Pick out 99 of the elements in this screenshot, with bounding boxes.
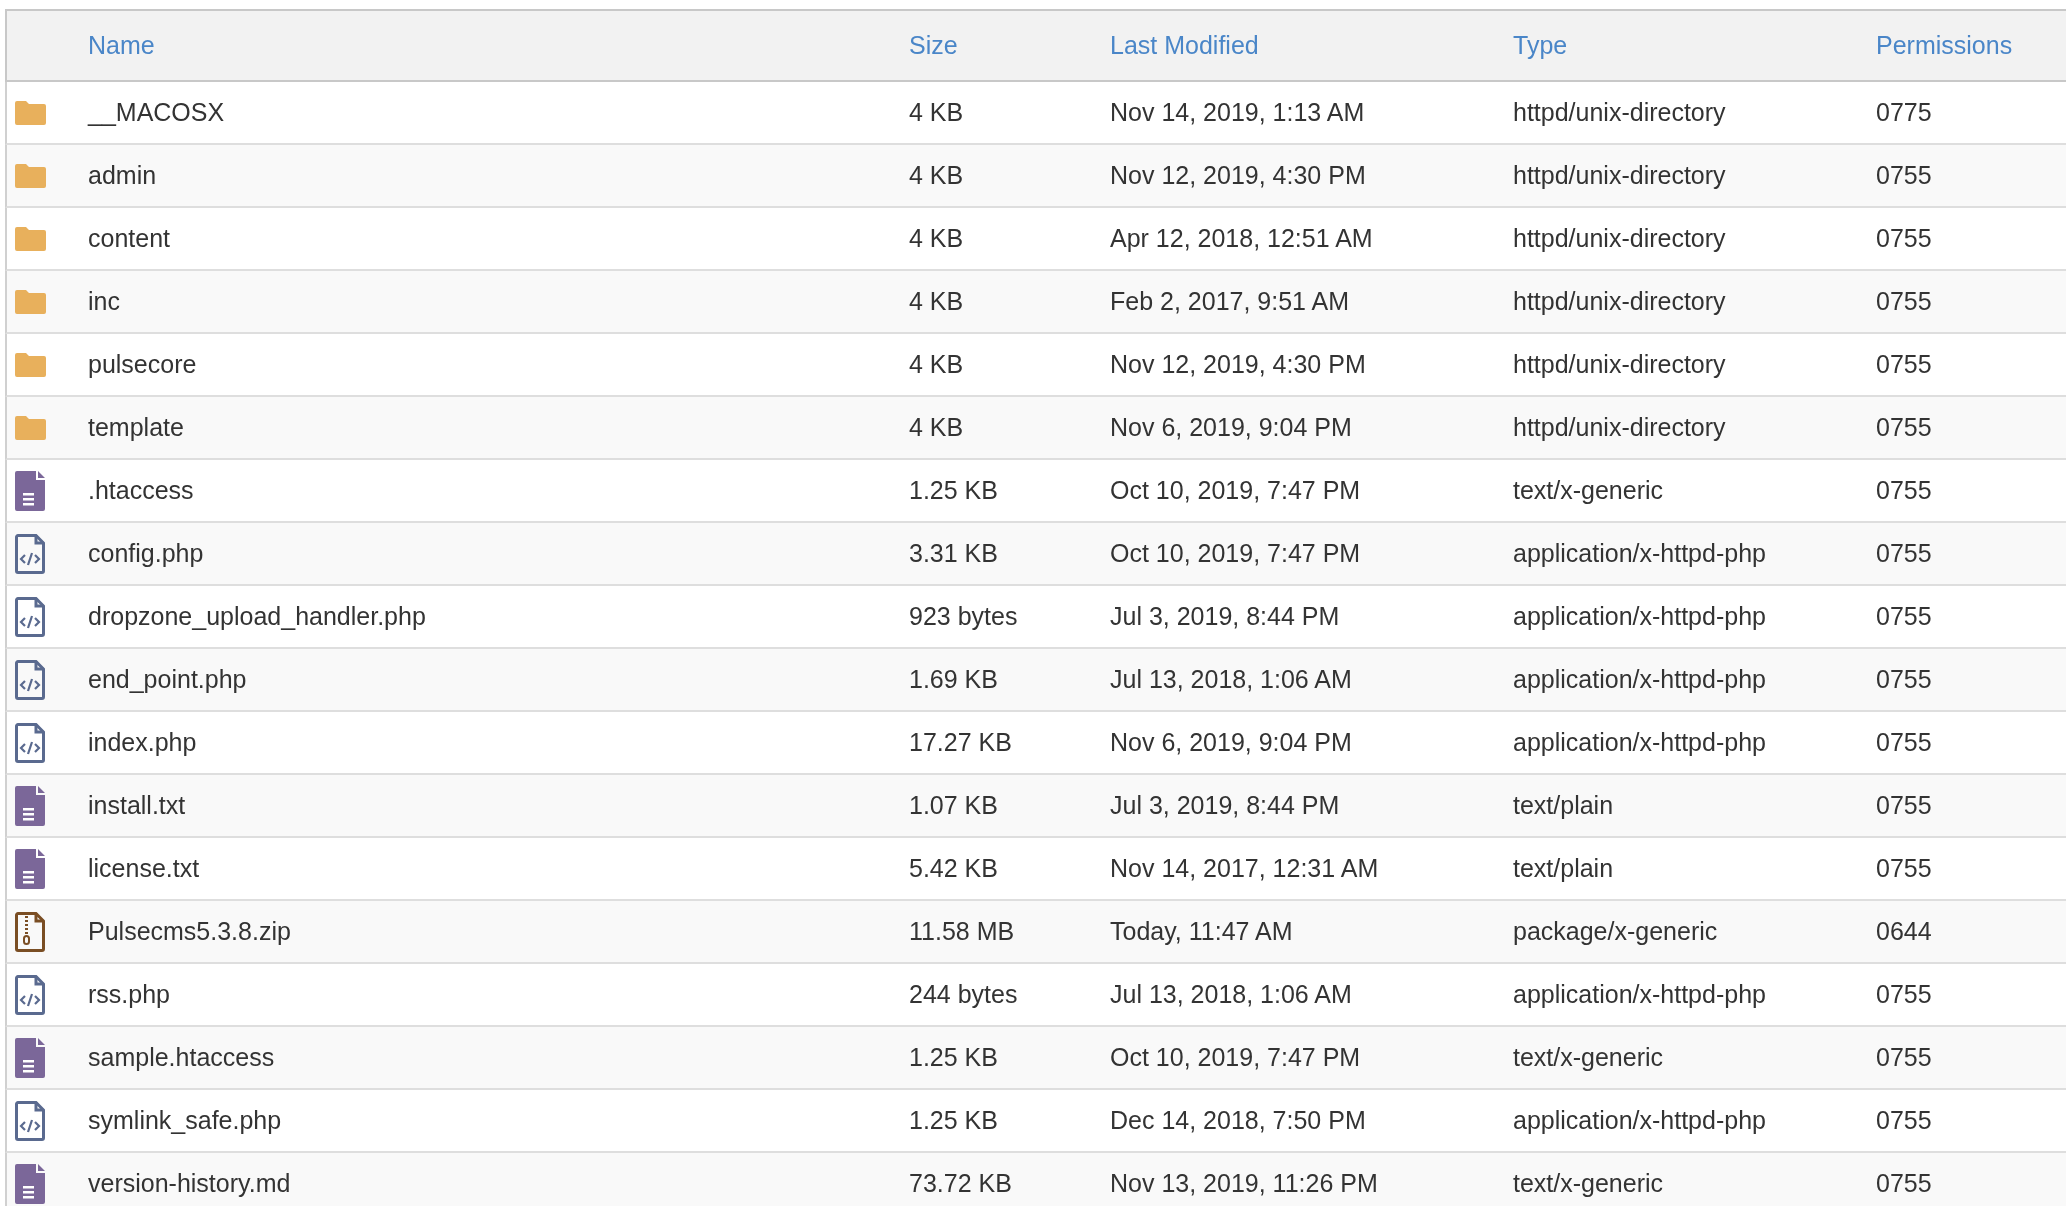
permissions-code: 0755 xyxy=(1876,854,1932,882)
file-size: 1.25 KB xyxy=(909,1106,998,1134)
file-size: 244 bytes xyxy=(909,980,1018,1008)
file-name-link[interactable]: __MACOSX xyxy=(88,98,225,126)
file-name-link[interactable]: rss.php xyxy=(88,980,170,1008)
file-size: 3.31 KB xyxy=(909,539,998,567)
file-name-link[interactable]: template xyxy=(88,413,184,441)
file-size: 4 KB xyxy=(909,98,964,126)
modified-date: Nov 6, 2019, 9:04 PM xyxy=(1110,728,1352,756)
file-name-link[interactable]: .htaccess xyxy=(88,476,194,504)
permissions-code: 0755 xyxy=(1876,1106,1932,1134)
permissions-code: 0755 xyxy=(1876,1043,1932,1071)
permissions-code: 0755 xyxy=(1876,980,1932,1008)
permissions-code: 0755 xyxy=(1876,539,1932,567)
file-name-link[interactable]: content xyxy=(88,224,170,252)
mime-type: httpd/unix-directory xyxy=(1513,350,1726,378)
file-name-link[interactable]: license.txt xyxy=(88,854,200,882)
permissions-code: 0775 xyxy=(1876,98,1932,126)
permissions-code: 0755 xyxy=(1876,665,1932,693)
mime-type: text/plain xyxy=(1513,791,1614,819)
permissions-code: 0755 xyxy=(1876,287,1932,315)
table-row[interactable]: admin 4 KB Nov 12, 2019, 4:30 PM httpd/unix-directory 0755 xyxy=(5,145,2066,208)
file-name-link[interactable]: end_point.php xyxy=(88,665,247,693)
permissions-code: 0755 xyxy=(1876,224,1932,252)
modified-date: Oct 10, 2019, 7:47 PM xyxy=(1110,539,1361,567)
file-size: 4 KB xyxy=(909,224,964,252)
modified-date: Feb 2, 2017, 9:51 AM xyxy=(1110,287,1350,315)
modified-date: Oct 10, 2019, 7:47 PM xyxy=(1110,1043,1361,1071)
table-row[interactable]: template 4 KB Nov 6, 2019, 9:04 PM httpd/unix-directory 0755 xyxy=(5,397,2066,460)
file-size: 5.42 KB xyxy=(909,854,998,882)
modified-date: Nov 6, 2019, 9:04 PM xyxy=(1110,413,1352,441)
table-row[interactable]: install.txt 1.07 KB Jul 3, 2019, 8:44 PM text/plain 0755 xyxy=(5,775,2066,838)
modified-date: Jul 13, 2018, 1:06 AM xyxy=(1110,980,1352,1008)
mime-type: application/x-httpd-php xyxy=(1513,539,1766,567)
file-size: 4 KB xyxy=(909,161,964,189)
file-size: 1.25 KB xyxy=(909,1043,998,1071)
table-row[interactable]: Pulsecms5.3.8.zip 11.58 MB Today, 11:47 AM package/x-generic 0644 xyxy=(5,901,2066,964)
mime-type: httpd/unix-directory xyxy=(1513,161,1726,189)
mime-type: httpd/unix-directory xyxy=(1513,287,1726,315)
file-size: 73.72 KB xyxy=(909,1169,1012,1197)
file-size: 17.27 KB xyxy=(909,728,1012,756)
modified-date: Today, 11:47 AM xyxy=(1110,917,1293,945)
table-row[interactable]: config.php 3.31 KB Oct 10, 2019, 7:47 PM application/x-httpd-php 0755 xyxy=(5,523,2066,586)
file-name-link[interactable]: index.php xyxy=(88,728,197,756)
file-name-link[interactable]: pulsecore xyxy=(88,350,197,378)
mime-type: httpd/unix-directory xyxy=(1513,224,1726,252)
permissions-code: 0755 xyxy=(1876,161,1932,189)
file-size: 4 KB xyxy=(909,350,964,378)
mime-type: text/plain xyxy=(1513,854,1614,882)
permissions-code: 0755 xyxy=(1876,350,1932,378)
file-name-link[interactable]: symlink_safe.php xyxy=(88,1106,282,1134)
file-name-link[interactable]: config.php xyxy=(88,539,204,567)
permissions-code: 0755 xyxy=(1876,791,1932,819)
mime-type: application/x-httpd-php xyxy=(1513,665,1766,693)
table-row[interactable]: version-history.md 73.72 KB Nov 13, 2019, 11:26 PM text/x-generic 0755 xyxy=(5,1153,2066,1206)
file-size: 4 KB xyxy=(909,287,964,315)
modified-date: Jul 13, 2018, 1:06 AM xyxy=(1110,665,1352,693)
mime-type: package/x-generic xyxy=(1513,917,1718,945)
permissions-code: 0755 xyxy=(1876,413,1932,441)
file-size: 11.58 MB xyxy=(909,917,1015,945)
mime-type: text/x-generic xyxy=(1513,1043,1664,1071)
file-size: 4 KB xyxy=(909,413,964,441)
permissions-code: 0755 xyxy=(1876,602,1932,630)
modified-date: Nov 14, 2019, 1:13 AM xyxy=(1110,98,1365,126)
file-name-link[interactable]: inc xyxy=(88,287,120,315)
file-name-link[interactable]: sample.htaccess xyxy=(88,1043,275,1071)
mime-type: httpd/unix-directory xyxy=(1513,98,1726,126)
file-name-link[interactable]: install.txt xyxy=(88,791,186,819)
file-name-link[interactable]: version-history.md xyxy=(88,1169,291,1197)
file-name-link[interactable]: admin xyxy=(88,161,157,189)
table-row[interactable]: sample.htaccess 1.25 KB Oct 10, 2019, 7:47 PM text/x-generic 0755 xyxy=(5,1027,2066,1090)
modified-date: Dec 14, 2018, 7:50 PM xyxy=(1110,1106,1366,1134)
modified-date: Jul 3, 2019, 8:44 PM xyxy=(1110,602,1340,630)
table-row[interactable]: inc 4 KB Feb 2, 2017, 9:51 AM httpd/unix-directory 0755 xyxy=(5,271,2066,334)
file-name-link[interactable]: Pulsecms5.3.8.zip xyxy=(88,917,291,945)
mime-type: application/x-httpd-php xyxy=(1513,728,1766,756)
file-size: 923 bytes xyxy=(909,602,1018,630)
permissions-code: 0755 xyxy=(1876,1169,1932,1197)
permissions-code: 0644 xyxy=(1876,917,1932,945)
modified-date: Apr 12, 2018, 12:51 AM xyxy=(1110,224,1373,252)
mime-type: application/x-httpd-php xyxy=(1513,1106,1766,1134)
mime-type: application/x-httpd-php xyxy=(1513,980,1766,1008)
mime-type: httpd/unix-directory xyxy=(1513,413,1726,441)
modified-date: Nov 12, 2019, 4:30 PM xyxy=(1110,161,1366,189)
mime-type: text/x-generic xyxy=(1513,1169,1664,1197)
mime-type: text/x-generic xyxy=(1513,476,1664,504)
file-name-link[interactable]: dropzone_upload_handler.php xyxy=(88,602,426,630)
modified-date: Oct 10, 2019, 7:47 PM xyxy=(1110,476,1361,504)
file-size: 1.69 KB xyxy=(909,665,998,693)
modified-date: Nov 13, 2019, 11:26 PM xyxy=(1110,1169,1378,1197)
table-row[interactable]: end_point.php 1.69 KB Jul 13, 2018, 1:06 AM application/x-httpd-php 0755 xyxy=(5,649,2066,712)
permissions-code: 0755 xyxy=(1876,728,1932,756)
mime-type: application/x-httpd-php xyxy=(1513,602,1766,630)
file-size: 1.25 KB xyxy=(909,476,998,504)
modified-date: Jul 3, 2019, 8:44 PM xyxy=(1110,791,1340,819)
modified-date: Nov 14, 2017, 12:31 AM xyxy=(1110,854,1379,882)
permissions-code: 0755 xyxy=(1876,476,1932,504)
file-size: 1.07 KB xyxy=(909,791,998,819)
modified-date: Nov 12, 2019, 4:30 PM xyxy=(1110,350,1366,378)
